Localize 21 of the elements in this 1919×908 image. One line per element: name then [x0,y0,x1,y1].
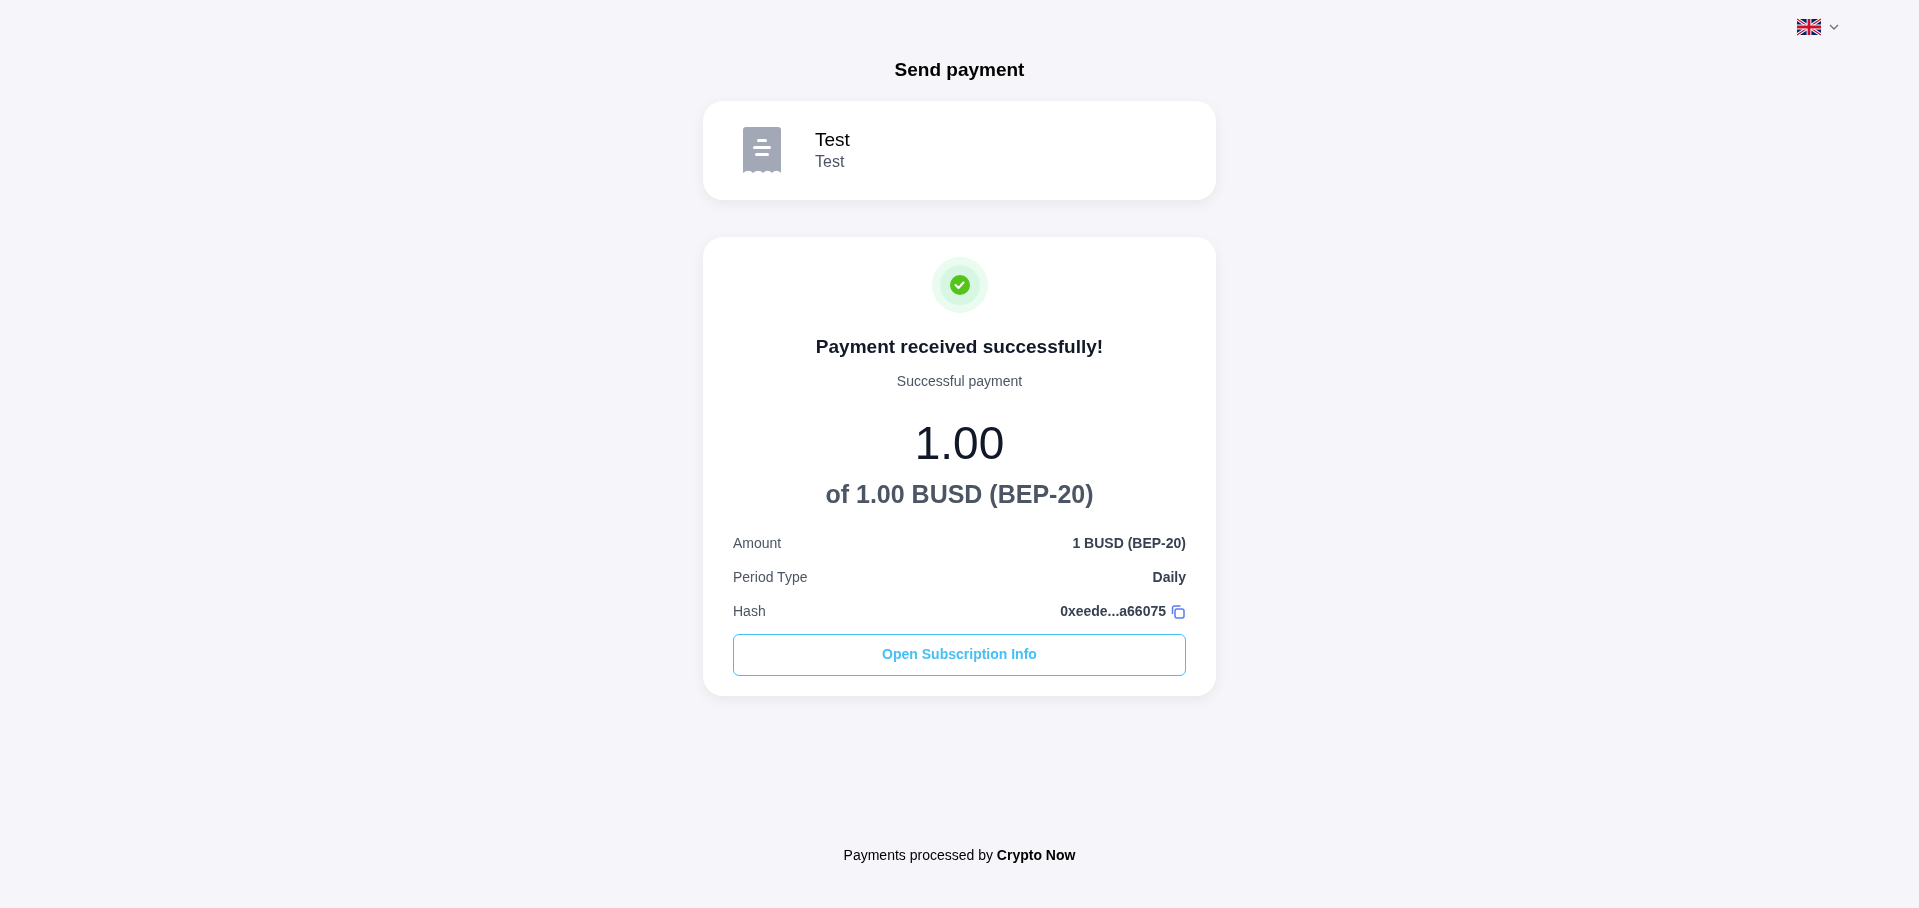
status-title: Payment received successfully! [815,334,1104,359]
merchant-description: Test [815,151,846,172]
footer-text: Payments processed by Crypto Now [843,846,1076,865]
detail-value: Daily [1152,568,1186,587]
detail-value: 0xeede...a66075 [1060,602,1166,621]
status-subtitle: Successful payment [896,372,1023,391]
detail-label: Amount [733,534,782,553]
success-check-icon [931,256,988,313]
copy-icon[interactable] [1170,603,1186,620]
language-selector[interactable] [1797,18,1839,36]
uk-flag-icon [1797,18,1821,36]
open-subscription-button[interactable]: Open Subscription Info [733,633,1186,676]
total-amount: of 1.00 BUSD (BEP-20) [825,479,1094,510]
paid-amount: 1.00 [914,420,1005,466]
receipt-icon [743,127,781,173]
detail-label: Hash [733,602,766,621]
page-title: Send payment [894,58,1025,82]
chevron-down-icon [1829,24,1839,30]
detail-label: Period Type [733,568,808,587]
merchant-name: Test [815,128,850,152]
detail-value: 1 BUSD (BEP-20) [1072,534,1186,553]
